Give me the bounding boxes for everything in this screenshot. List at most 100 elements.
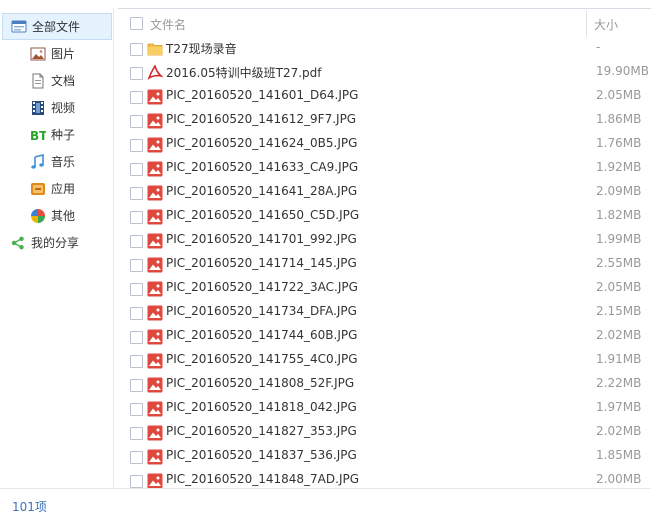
file-name[interactable]: PIC_20160520_141701_992.JPG [166,232,357,246]
file-name[interactable]: PIC_20160520_141612_9F7.JPG [166,112,356,126]
sidebar-item-my-share[interactable]: 我的分享 [0,229,124,256]
image-file-icon [147,329,163,345]
file-name[interactable]: PIC_20160520_141722_3AC.JPG [166,280,358,294]
file-row[interactable]: PIC_20160520_141827_353.JPG 2.02MB [118,421,651,445]
file-row[interactable]: PIC_20160520_141734_DFA.JPG 2.15MB [118,301,651,325]
file-row[interactable]: PIC_20160520_141848_7AD.JPG 2.00MB [118,469,651,488]
other-category-icon [30,208,46,224]
row-checkbox[interactable] [130,43,143,56]
sidebar-item-label: 其他 [51,209,76,223]
file-name[interactable]: 2016.05特训中级班T27.pdf [166,64,322,81]
row-checkbox[interactable] [130,451,143,464]
image-file-icon [147,257,163,273]
file-row[interactable]: PIC_20160520_141818_042.JPG 1.97MB [118,397,651,421]
file-size: 2.09MB [596,184,642,198]
file-size: 2.02MB [596,424,642,438]
column-header-size[interactable]: 大小 [594,16,618,33]
file-row[interactable]: PIC_20160520_141641_28A.JPG 2.09MB [118,181,651,205]
folder-icon [147,41,163,57]
row-checkbox[interactable] [130,355,143,368]
file-name[interactable]: PIC_20160520_141624_0B5.JPG [166,136,357,150]
row-checkbox[interactable] [130,475,143,488]
file-name[interactable]: PIC_20160520_141848_7AD.JPG [166,472,359,486]
file-size: 2.15MB [596,304,642,318]
file-row[interactable]: PIC_20160520_141701_992.JPG 1.99MB [118,229,651,253]
column-header-name[interactable]: 文件名 [150,16,186,33]
sidebar-item-label: 种子 [51,128,76,142]
file-name[interactable]: PIC_20160520_141808_52F.JPG [166,376,354,390]
sidebar-item-all-files[interactable]: 全部文件 [2,13,112,40]
row-checkbox[interactable] [130,403,143,416]
file-size: 2.02MB [596,328,642,342]
file-size: 2.22MB [596,376,642,390]
file-size: 1.82MB [596,208,642,222]
file-size: 2.00MB [596,472,642,486]
file-row[interactable]: PIC_20160520_141744_60B.JPG 2.02MB [118,325,651,349]
row-checkbox[interactable] [130,427,143,440]
image-file-icon [147,353,163,369]
select-all-checkbox[interactable] [130,17,143,30]
file-name[interactable]: PIC_20160520_141755_4C0.JPG [166,352,358,366]
sidebar-item-label: 图片 [51,47,76,61]
image-file-icon [147,377,163,393]
column-separator[interactable] [586,11,587,37]
sidebar-item-label: 音乐 [51,155,76,169]
item-count: 101项 [12,500,47,514]
file-row[interactable]: PIC_20160520_141650_C5D.JPG 1.82MB [118,205,651,229]
file-row[interactable]: PIC_20160520_141714_145.JPG 2.55MB [118,253,651,277]
file-name[interactable]: PIC_20160520_141714_145.JPG [166,256,357,270]
row-checkbox[interactable] [130,283,143,296]
image-file-icon [147,473,163,488]
file-row[interactable]: PIC_20160520_141624_0B5.JPG 1.76MB [118,133,651,157]
file-row[interactable]: PIC_20160520_141601_D64.JPG 2.05MB [118,85,651,109]
file-size: 1.86MB [596,112,642,126]
image-file-icon [147,233,163,249]
file-name[interactable]: PIC_20160520_141744_60B.JPG [166,328,357,342]
file-row[interactable]: T27现场录音 - [118,37,651,61]
file-size: 1.85MB [596,448,642,462]
row-checkbox[interactable] [130,259,143,272]
row-checkbox[interactable] [130,331,143,344]
image-file-icon [147,185,163,201]
file-row[interactable]: PIC_20160520_141612_9F7.JPG 1.86MB [118,109,651,133]
video-category-icon [30,100,46,116]
row-checkbox[interactable] [130,91,143,104]
image-file-icon [147,401,163,417]
row-checkbox[interactable] [130,163,143,176]
file-size: - [596,40,601,54]
file-size: 2.55MB [596,256,642,270]
file-name[interactable]: PIC_20160520_141633_CA9.JPG [166,160,358,174]
file-row[interactable]: PIC_20160520_141837_536.JPG 1.85MB [118,445,651,469]
row-checkbox[interactable] [130,187,143,200]
file-row[interactable]: PIC_20160520_141808_52F.JPG 2.22MB [118,373,651,397]
row-checkbox[interactable] [130,115,143,128]
file-size: 1.92MB [596,160,642,174]
file-name[interactable]: T27现场录音 [166,40,237,57]
file-name[interactable]: PIC_20160520_141734_DFA.JPG [166,304,357,318]
row-checkbox[interactable] [130,211,143,224]
file-list-header: 文件名 大小 [118,8,651,38]
file-row[interactable]: 2016.05特训中级班T27.pdf 19.90MB [118,61,651,85]
image-file-icon [147,449,163,465]
file-name[interactable]: PIC_20160520_141837_536.JPG [166,448,357,462]
file-list-panel: 文件名 大小 T27现场录音 - 2016.05特训中级班T27.pdf 19.90M… [118,8,651,488]
file-size: 19.90MB [596,64,649,78]
file-name[interactable]: PIC_20160520_141827_353.JPG [166,424,357,438]
file-name[interactable]: PIC_20160520_141601_D64.JPG [166,88,358,102]
file-name[interactable]: PIC_20160520_141650_C5D.JPG [166,208,359,222]
row-checkbox[interactable] [130,235,143,248]
sidebar-item-label: 应用 [51,182,76,196]
file-name[interactable]: PIC_20160520_141818_042.JPG [166,400,357,414]
file-name[interactable]: PIC_20160520_141641_28A.JPG [166,184,357,198]
file-row[interactable]: PIC_20160520_141722_3AC.JPG 2.05MB [118,277,651,301]
row-checkbox[interactable] [130,67,143,80]
file-row[interactable]: PIC_20160520_141633_CA9.JPG 1.92MB [118,157,651,181]
row-checkbox[interactable] [130,379,143,392]
svg-text:BT: BT [30,129,46,143]
row-checkbox[interactable] [130,139,143,152]
file-row[interactable]: PIC_20160520_141755_4C0.JPG 1.91MB [118,349,651,373]
sidebar: 全部文件 图片 文档 视频 BT 种子 音乐 应用 其他 我的分享 [0,8,114,488]
row-checkbox[interactable] [130,307,143,320]
file-size: 1.97MB [596,400,642,414]
sidebar-item-label: 全部文件 [32,20,81,34]
